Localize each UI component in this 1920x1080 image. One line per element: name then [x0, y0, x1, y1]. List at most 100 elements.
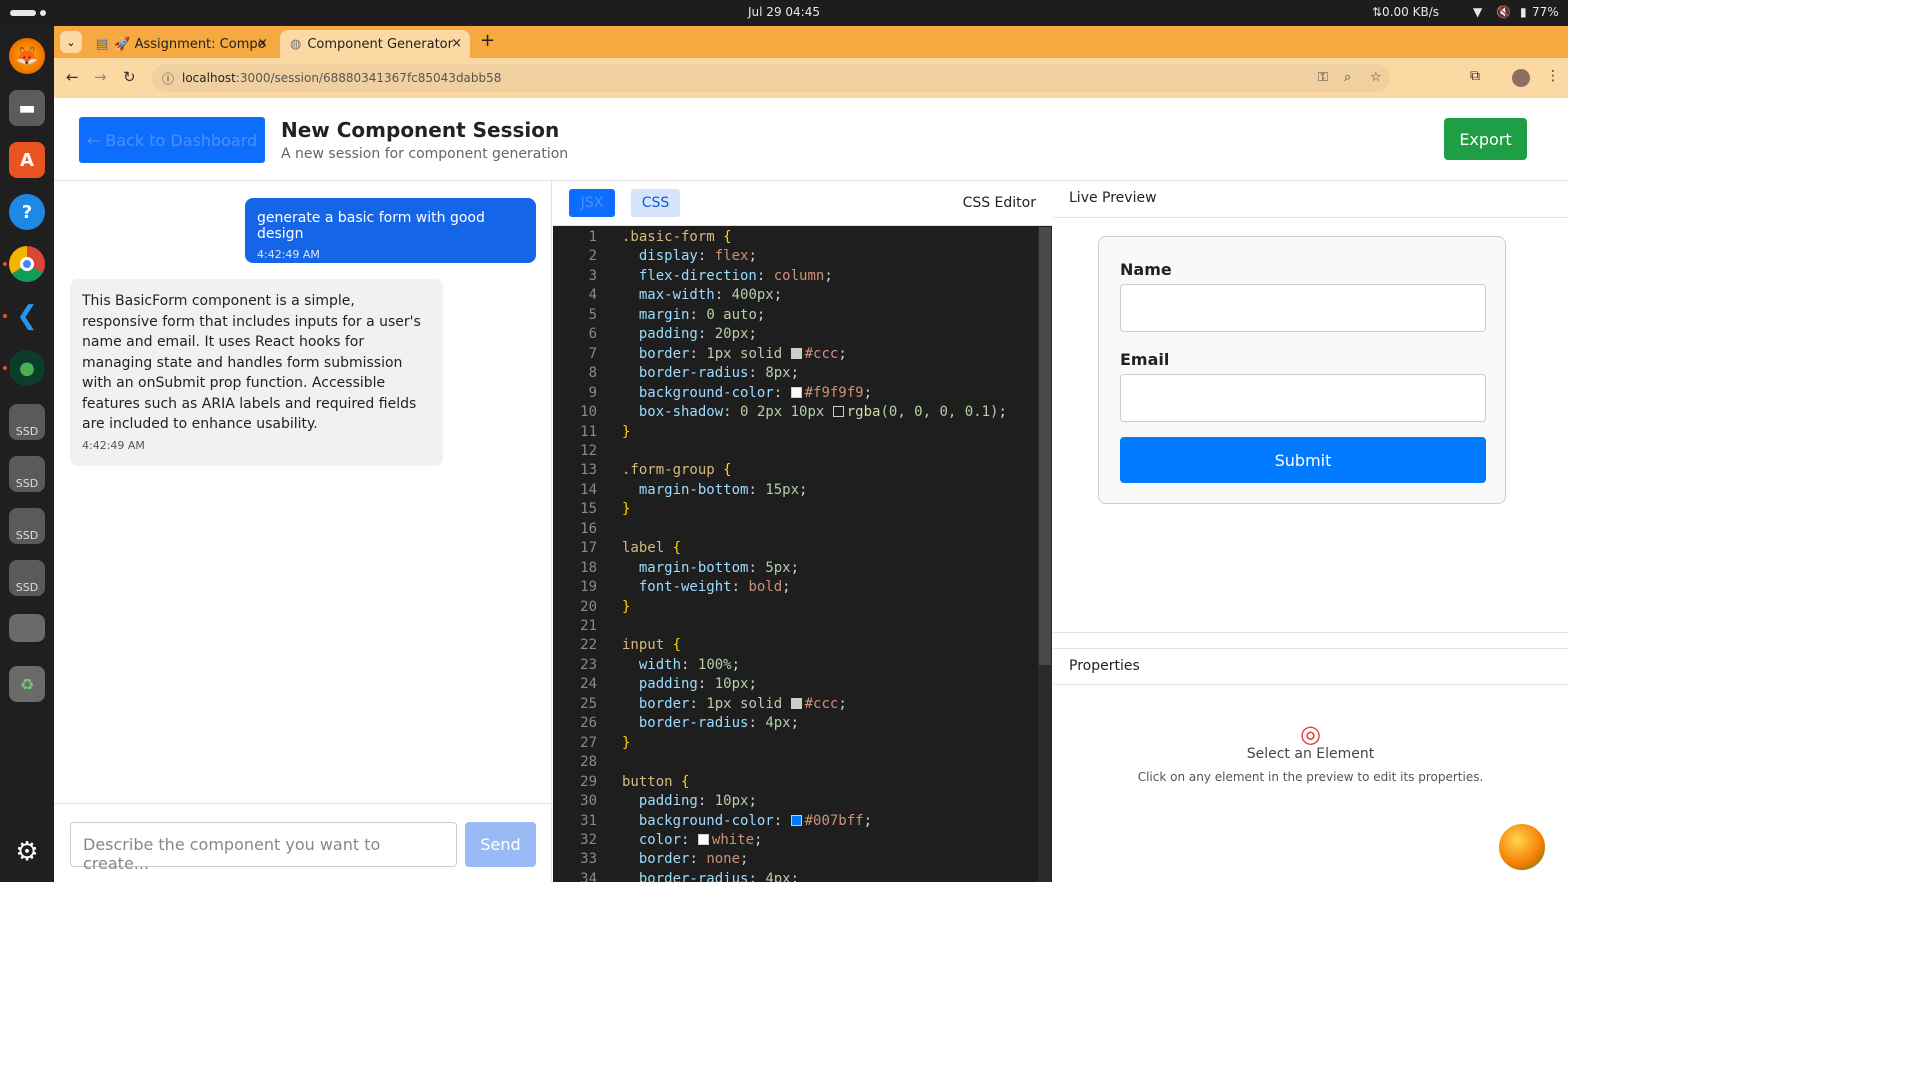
close-tab-icon[interactable]: ×: [451, 36, 462, 51]
code-token: column: [773, 267, 825, 284]
tab-css[interactable]: CSS: [631, 189, 680, 217]
vscode-icon[interactable]: ❮: [9, 298, 45, 334]
submit-button[interactable]: Submit: [1120, 437, 1486, 483]
editor-scrollbar[interactable]: [1038, 227, 1052, 882]
running-indicator: [3, 262, 7, 266]
extensions-icon[interactable]: ⧉: [1470, 68, 1480, 84]
code-token: box-shadow: [638, 404, 724, 421]
code-token: font-weight: [638, 579, 732, 596]
select-element-description: Click on any element in the preview to e…: [1137, 770, 1484, 784]
user-message: generate a basic form with good design 4…: [245, 198, 536, 263]
address-bar[interactable]: ⓘ localhost:3000/session/68880341367fc85…: [152, 64, 1390, 92]
ssd-drive-icon[interactable]: SSD: [9, 508, 45, 544]
ssd-drive-icon[interactable]: SSD: [9, 456, 45, 492]
wifi-icon[interactable]: ▼: [1473, 5, 1482, 19]
application-dock: 🦊 ▬ A ? ❮ ● SSD SSD SSD SSD ♻ ⚙: [0, 26, 54, 882]
preview-heading: Live Preview: [1053, 181, 1568, 218]
code-token: input: [622, 637, 665, 654]
code-line: border-radius: 4px;: [622, 871, 799, 882]
line-number: 9: [588, 384, 597, 401]
show-apps-icon[interactable]: ⚙: [9, 834, 45, 870]
color-swatch[interactable]: [832, 406, 844, 418]
code-line: border: 1px solid #ccc;: [638, 345, 847, 362]
export-button[interactable]: Export: [1444, 118, 1527, 160]
close-tab-icon[interactable]: ×: [257, 36, 268, 51]
volume-icon[interactable]: 🔇: [1496, 5, 1511, 19]
code-token: 1px solid: [706, 695, 791, 712]
tab-assignment[interactable]: ▤ 🚀 Assignment: Compo ×: [86, 30, 276, 58]
color-swatch[interactable]: [790, 697, 802, 709]
help-icon[interactable]: ?: [9, 194, 45, 230]
floating-assistant-avatar[interactable]: [1497, 822, 1547, 872]
send-button[interactable]: Send: [465, 822, 536, 867]
chat-panel: generate a basic form with good design 4…: [54, 181, 552, 882]
ssd-drive-icon[interactable]: SSD: [9, 404, 45, 440]
code-line: box-shadow: 0 2px 10px rgba(0, 0, 0, 0.1…: [638, 404, 1007, 421]
name-label[interactable]: Name: [1120, 260, 1172, 279]
back-arrow-icon[interactable]: ←: [66, 68, 79, 86]
color-swatch[interactable]: [790, 386, 802, 398]
battery-icon[interactable]: ▮: [1520, 5, 1527, 19]
line-number: 19: [580, 579, 597, 596]
line-number: 15: [580, 501, 597, 518]
prompt-input[interactable]: Describe the component you want to creat…: [70, 822, 457, 873]
code-line: button {: [622, 774, 689, 790]
forward-arrow-icon[interactable]: →: [94, 68, 107, 86]
color-swatch[interactable]: [790, 814, 802, 826]
line-number: 26: [580, 715, 597, 732]
line-number: 33: [580, 851, 597, 868]
code-token: 15px: [765, 481, 800, 498]
tab-search-chevron-icon[interactable]: ⌄: [60, 31, 82, 53]
line-number: 10: [580, 404, 597, 421]
scrollbar-thumb[interactable]: [1039, 227, 1051, 665]
code-token: 100%: [697, 656, 732, 673]
line-number: 2: [588, 248, 597, 265]
browser-toolbar: ← → ↻ ⓘ localhost:3000/session/688803413…: [54, 58, 1568, 98]
code-line: font-weight: bold;: [638, 579, 791, 596]
code-token: .form-group: [622, 462, 715, 479]
tab-title: Component Generator: [307, 36, 453, 52]
code-token: bold: [748, 579, 783, 596]
password-key-icon[interactable]: ⚿: [1318, 70, 1328, 85]
chat-input-area: Describe the component you want to creat…: [54, 803, 552, 882]
system-clock[interactable]: Jul 29 04:45: [0, 5, 1568, 19]
code-line: padding: 10px;: [638, 793, 757, 810]
back-to-dashboard-button[interactable]: ← Back to Dashboard: [79, 117, 265, 163]
url-text: localhost:3000/session/68880341367fc8504…: [182, 71, 502, 85]
css-code-area[interactable]: 1 .basic-form {2 display: flex; 3 flex-dir…: [553, 227, 1038, 882]
new-tab-button[interactable]: +: [480, 30, 495, 51]
color-swatch[interactable]: [790, 347, 802, 359]
menu-icon[interactable]: ⋮: [1546, 68, 1560, 84]
firefox-icon[interactable]: 🦊: [9, 38, 45, 74]
site-info-icon[interactable]: ⓘ: [162, 70, 174, 87]
zoom-icon[interactable]: ⌕: [1344, 70, 1351, 85]
code-line: }: [622, 735, 630, 751]
drive-icon[interactable]: [9, 614, 45, 642]
line-number: 25: [580, 695, 597, 712]
code-token: flex-direction: [638, 267, 757, 284]
code-token: background-color: [638, 384, 774, 401]
trash-icon[interactable]: ♻: [9, 666, 45, 702]
ssd-drive-icon[interactable]: SSD: [9, 560, 45, 596]
code-line: border-radius: 8px;: [638, 365, 800, 382]
email-label[interactable]: Email: [1120, 350, 1169, 369]
bookmark-star-icon[interactable]: ☆: [1370, 70, 1382, 85]
line-number: 24: [580, 676, 597, 693]
tab-jsx[interactable]: JSX: [569, 189, 615, 217]
profile-avatar[interactable]: [1512, 69, 1530, 87]
reload-icon[interactable]: ↻: [123, 68, 136, 86]
color-swatch[interactable]: [697, 833, 709, 845]
files-icon[interactable]: ▬: [9, 90, 45, 126]
preview-form[interactable]: Name Email Submit: [1098, 236, 1506, 504]
code-token: 5px: [765, 559, 791, 576]
tab-component-generator[interactable]: ◍ Component Generator ×: [280, 30, 470, 58]
code-token: padding: [638, 326, 698, 343]
email-input[interactable]: [1120, 374, 1486, 422]
app-center-icon[interactable]: A: [9, 142, 45, 178]
name-input[interactable]: [1120, 284, 1486, 332]
line-number: 21: [580, 618, 597, 634]
code-token: (0, 0, 0, 0.1): [880, 404, 999, 421]
code-token: 10px: [714, 793, 749, 810]
chrome-icon[interactable]: [9, 246, 45, 282]
mongodb-compass-icon[interactable]: ●: [9, 350, 45, 386]
